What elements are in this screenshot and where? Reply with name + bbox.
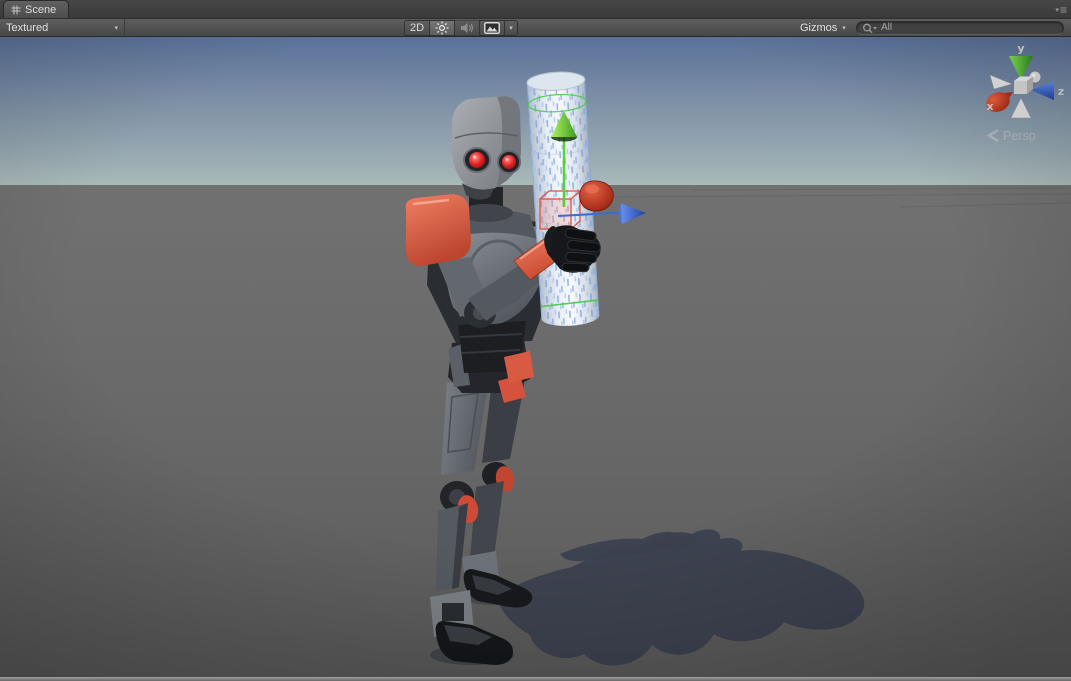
- dropdown-arrow-icon: ▾: [842, 24, 846, 32]
- viewport-vignette: [0, 37, 1071, 677]
- search-icon[interactable]: [862, 23, 878, 34]
- tab-bar: Scene ▾ ≡: [0, 0, 1071, 19]
- tab-scene-label: Scene: [25, 4, 56, 16]
- dropdown-arrow-icon: ▾: [509, 24, 513, 32]
- render-mode-dropdown[interactable]: Textured ▾: [0, 19, 125, 36]
- panel-dropdown-icon: ▾: [1055, 6, 1059, 16]
- scene-toolbar: Textured ▾ 2D: [0, 19, 1071, 37]
- gizmos-label: Gizmos: [800, 22, 837, 34]
- effects-dropdown-button[interactable]: ▾: [504, 20, 518, 36]
- dropdown-arrow-icon: ▾: [114, 24, 118, 32]
- scene-view-window: Scene ▾ ≡ Textured ▾ 2D: [0, 0, 1071, 681]
- panel-hamburger-icon: ≡: [1060, 5, 1066, 15]
- panel-menu-button[interactable]: ▾ ≡: [1055, 5, 1066, 15]
- image-icon: [484, 22, 500, 34]
- 2d-toggle-button[interactable]: 2D: [404, 20, 430, 36]
- sun-icon: [435, 21, 449, 35]
- render-mode-label: Textured: [6, 22, 48, 34]
- gizmos-dropdown[interactable]: Gizmos ▾: [793, 20, 853, 36]
- grid-icon: [11, 5, 21, 15]
- audio-toggle-button[interactable]: [454, 20, 480, 36]
- tab-scene[interactable]: Scene: [3, 0, 69, 18]
- lighting-toggle-button[interactable]: [429, 20, 455, 36]
- window-bottom-edge: [0, 677, 1071, 681]
- view-options-group: 2D: [404, 20, 518, 36]
- speaker-icon: [460, 22, 474, 34]
- effects-toggle-button[interactable]: [479, 20, 505, 36]
- search-input[interactable]: [856, 21, 1064, 35]
- scene-viewport[interactable]: y z x Persp: [0, 37, 1071, 677]
- 2d-toggle-label: 2D: [410, 22, 424, 34]
- scene-search: [856, 21, 1064, 35]
